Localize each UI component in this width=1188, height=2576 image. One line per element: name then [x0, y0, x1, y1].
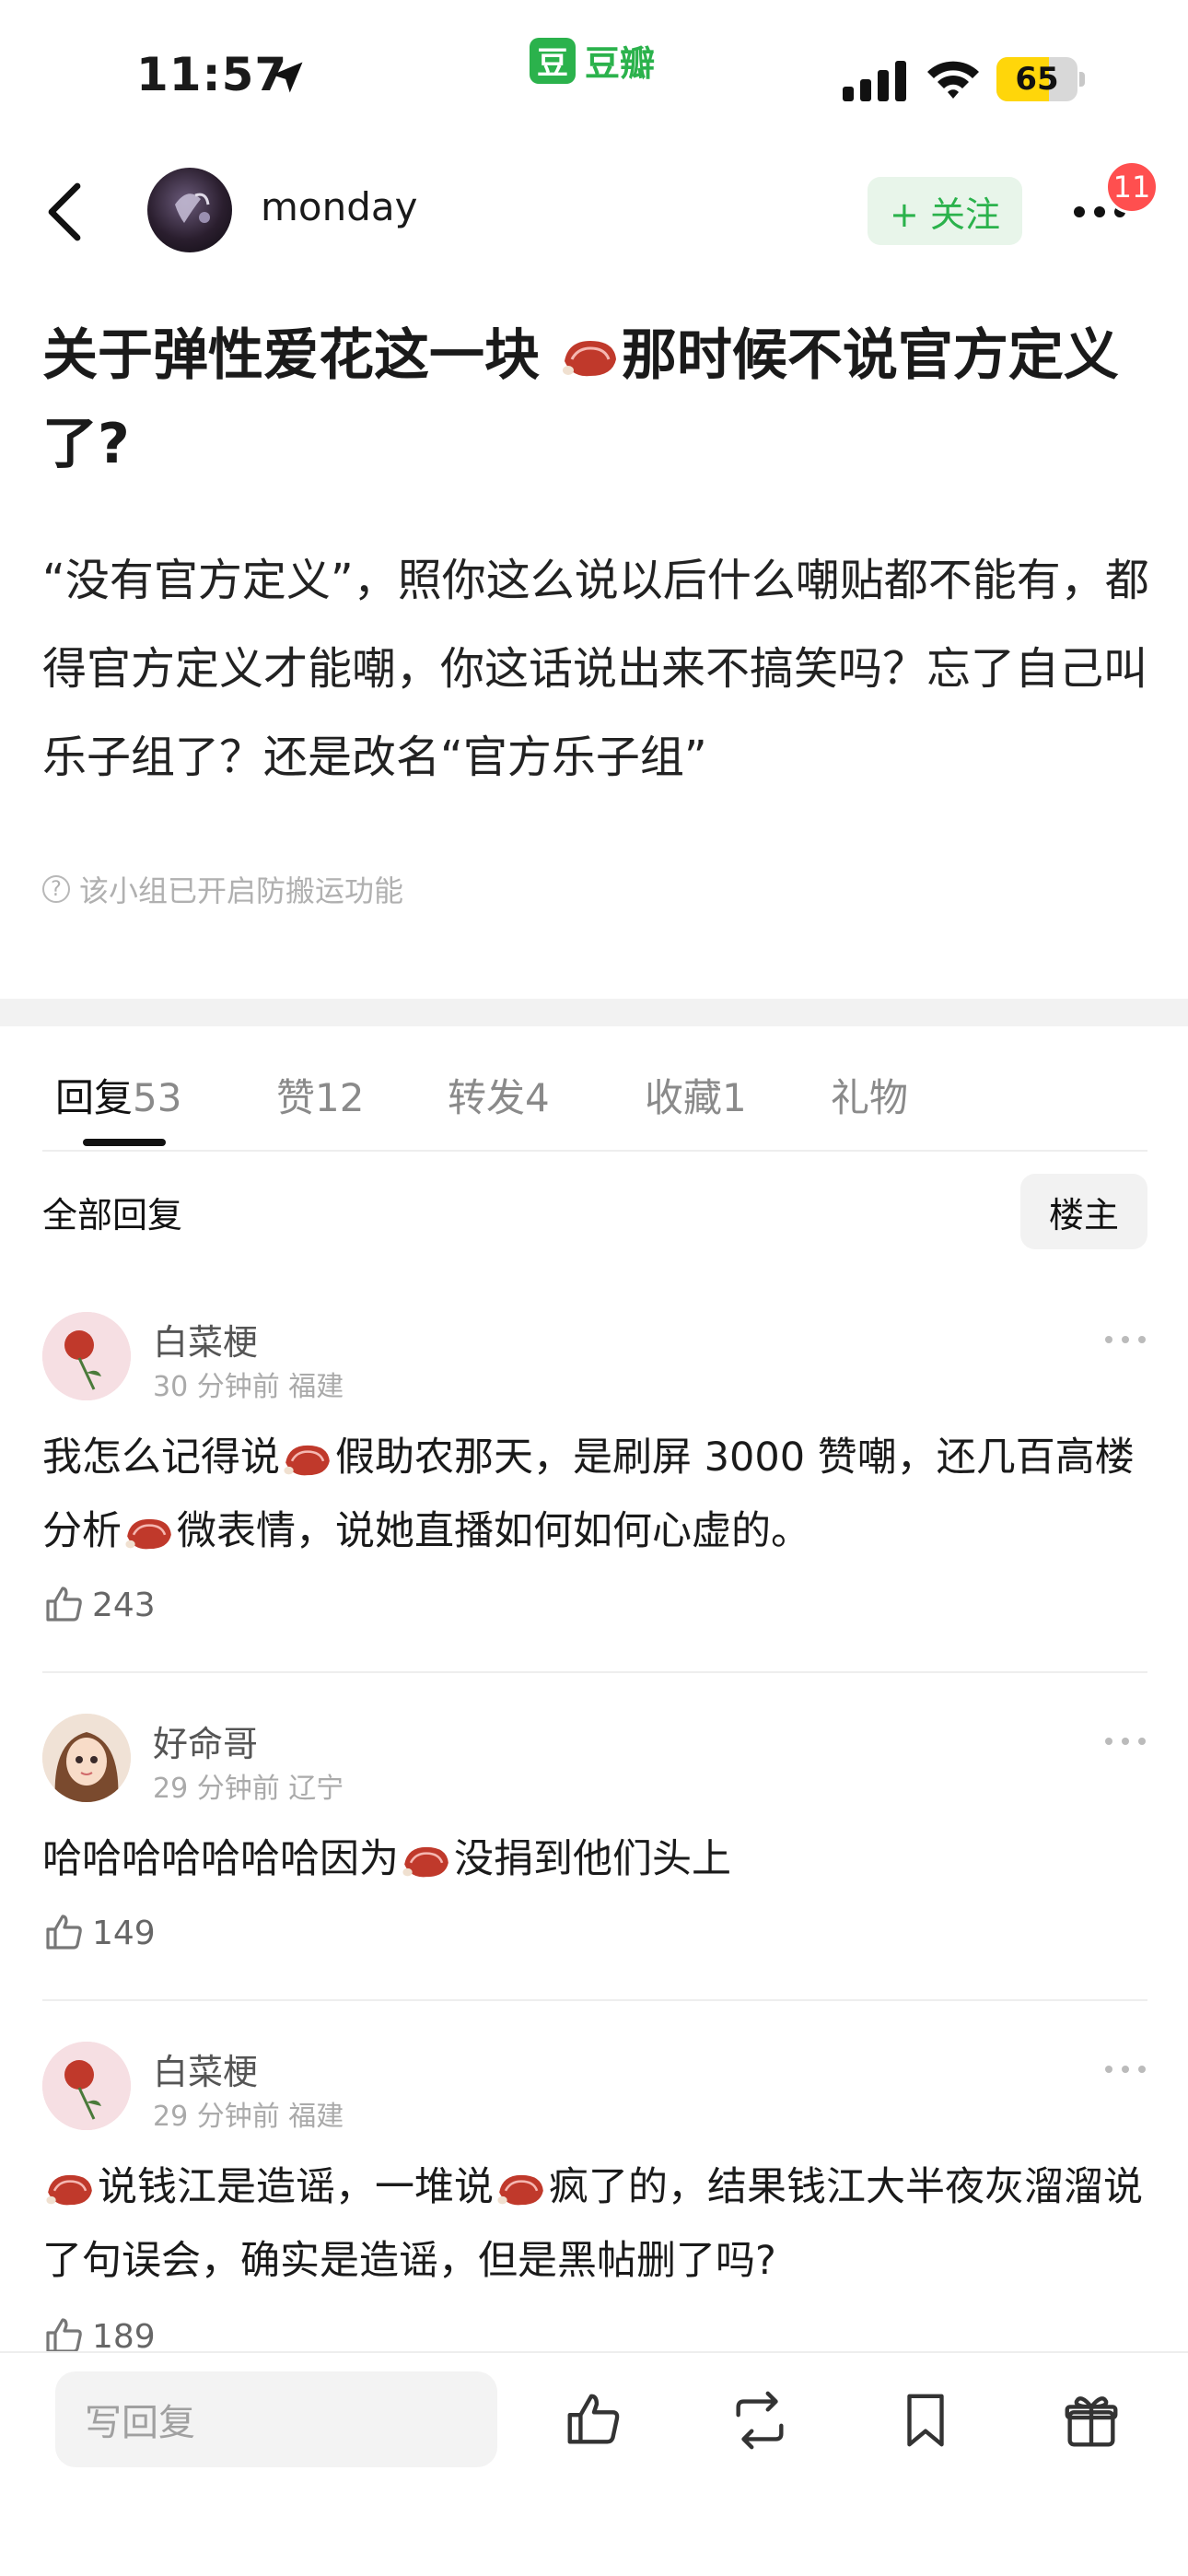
- commenter-name[interactable]: 白菜梗: [153, 2043, 258, 2094]
- comment-text: 我怎么记得说 假助农那天，是刷屏 3000 赞嘲，还几百高楼分析 微表情，说她直播如…: [42, 1434, 1135, 1554]
- status-time: 11:57: [136, 48, 288, 101]
- post-title-part1: 关于弹性爱花这一块: [42, 323, 559, 388]
- tabs-divider: [42, 1150, 1147, 1152]
- reply-filter-row: 全部回复 楼主: [0, 1170, 1188, 1253]
- battery-indicator: 65: [996, 57, 1085, 101]
- steak-emoji-icon: [46, 2174, 92, 2205]
- comment-meta: 30 分钟前 福建: [153, 1371, 344, 1403]
- battery-percent: 65: [1015, 61, 1059, 98]
- steak-emoji-icon: [284, 1445, 330, 1475]
- comment-like-button[interactable]: 243: [42, 1583, 156, 1627]
- post-title: 关于弹性爱花这一块 那时候不说官方定义了?: [42, 311, 1147, 488]
- comment-meta: 29 分钟前 辽宁: [153, 1773, 344, 1805]
- tab-reposts[interactable]: 转发4: [448, 1067, 550, 1123]
- comment-more-icon[interactable]: [1103, 1330, 1147, 1349]
- active-tab-indicator: [83, 1139, 166, 1146]
- location-arrow-icon: [272, 62, 303, 93]
- anti-copy-text: 该小组已开启防搬运功能: [79, 873, 404, 908]
- bookmark-icon[interactable]: [893, 2388, 958, 2453]
- comment-more-icon[interactable]: [1103, 2060, 1147, 2078]
- comment-divider: [42, 1999, 1147, 2001]
- tab-collections[interactable]: 收藏1: [645, 1067, 747, 1123]
- steak-emoji-icon: [402, 1846, 448, 1877]
- follow-button[interactable]: + 关注: [868, 177, 1022, 245]
- op-only-button[interactable]: 楼主: [1020, 1174, 1147, 1249]
- comment-more-icon[interactable]: [1103, 1732, 1147, 1751]
- commenter-name[interactable]: 白菜梗: [153, 1314, 258, 1364]
- post-tabs: 回复53 赞12 转发4 收藏1 礼物: [0, 1050, 1188, 1152]
- comment-text: 说钱江是造谣，一堆说 疯了的，结果钱江大半夜灰溜溜说了句误会，确实是造谣，但是黑帖…: [42, 2164, 1143, 2284]
- comment-text: 哈哈哈哈哈哈哈因为 没捐到他们头上: [42, 1836, 731, 1882]
- wifi-icon: [927, 61, 979, 99]
- back-chevron-icon[interactable]: [37, 179, 92, 245]
- app-name: 豆瓣: [585, 43, 656, 84]
- tab-gifts[interactable]: 礼物: [831, 1067, 908, 1123]
- steak-emoji-icon: [562, 341, 616, 377]
- bottom-action-bar: 写回复: [0, 2351, 1188, 2576]
- thumbs-up-icon: [46, 1587, 82, 1622]
- thumbs-up-icon: [46, 1914, 82, 1950]
- status-bar: 11:57 豆 豆瓣 65: [0, 0, 1188, 147]
- like-count: 149: [92, 1914, 156, 1952]
- gift-icon[interactable]: [1059, 2388, 1124, 2453]
- reply-input[interactable]: 写回复: [55, 2371, 497, 2467]
- steak-emoji-icon: [125, 1518, 171, 1549]
- top-nav: monday + 关注 11: [0, 157, 1188, 267]
- commenter-avatar[interactable]: [42, 1312, 131, 1400]
- repost-icon[interactable]: [728, 2388, 792, 2453]
- comment-meta: 29 分钟前 福建: [153, 2101, 344, 2133]
- anti-copy-notice: ? 该小组已开启防搬运功能: [42, 868, 403, 910]
- thumbs-up-icon[interactable]: [562, 2388, 626, 2453]
- cellular-signal-icon: [843, 61, 906, 101]
- steak-emoji-icon: [497, 2174, 543, 2205]
- post-body: “没有官方定义”，照你这么说以后什么嘲贴都不能有，都得官方定义才能嘲，你这话说出…: [42, 555, 1149, 783]
- question-circle-icon[interactable]: ?: [42, 875, 70, 903]
- author-username[interactable]: monday: [261, 184, 417, 229]
- section-divider: [0, 999, 1188, 1026]
- tab-replies[interactable]: 回复53: [55, 1067, 181, 1123]
- comment-divider: [42, 1671, 1147, 1673]
- notification-badge: 11: [1105, 160, 1159, 214]
- commenter-name[interactable]: 好命哥: [153, 1715, 258, 1766]
- all-replies-label: 全部回复: [42, 1195, 183, 1235]
- tab-likes[interactable]: 赞12: [276, 1067, 364, 1123]
- douban-logo-icon: 豆: [530, 37, 576, 84]
- comment-like-button[interactable]: 149: [42, 1911, 156, 1955]
- app-indicator: 豆 豆瓣: [530, 35, 655, 86]
- author-avatar[interactable]: [147, 168, 232, 252]
- commenter-avatar[interactable]: [42, 1714, 131, 1802]
- like-count: 243: [92, 1586, 156, 1624]
- commenter-avatar[interactable]: [42, 2042, 131, 2130]
- like-count: 189: [92, 2317, 156, 2356]
